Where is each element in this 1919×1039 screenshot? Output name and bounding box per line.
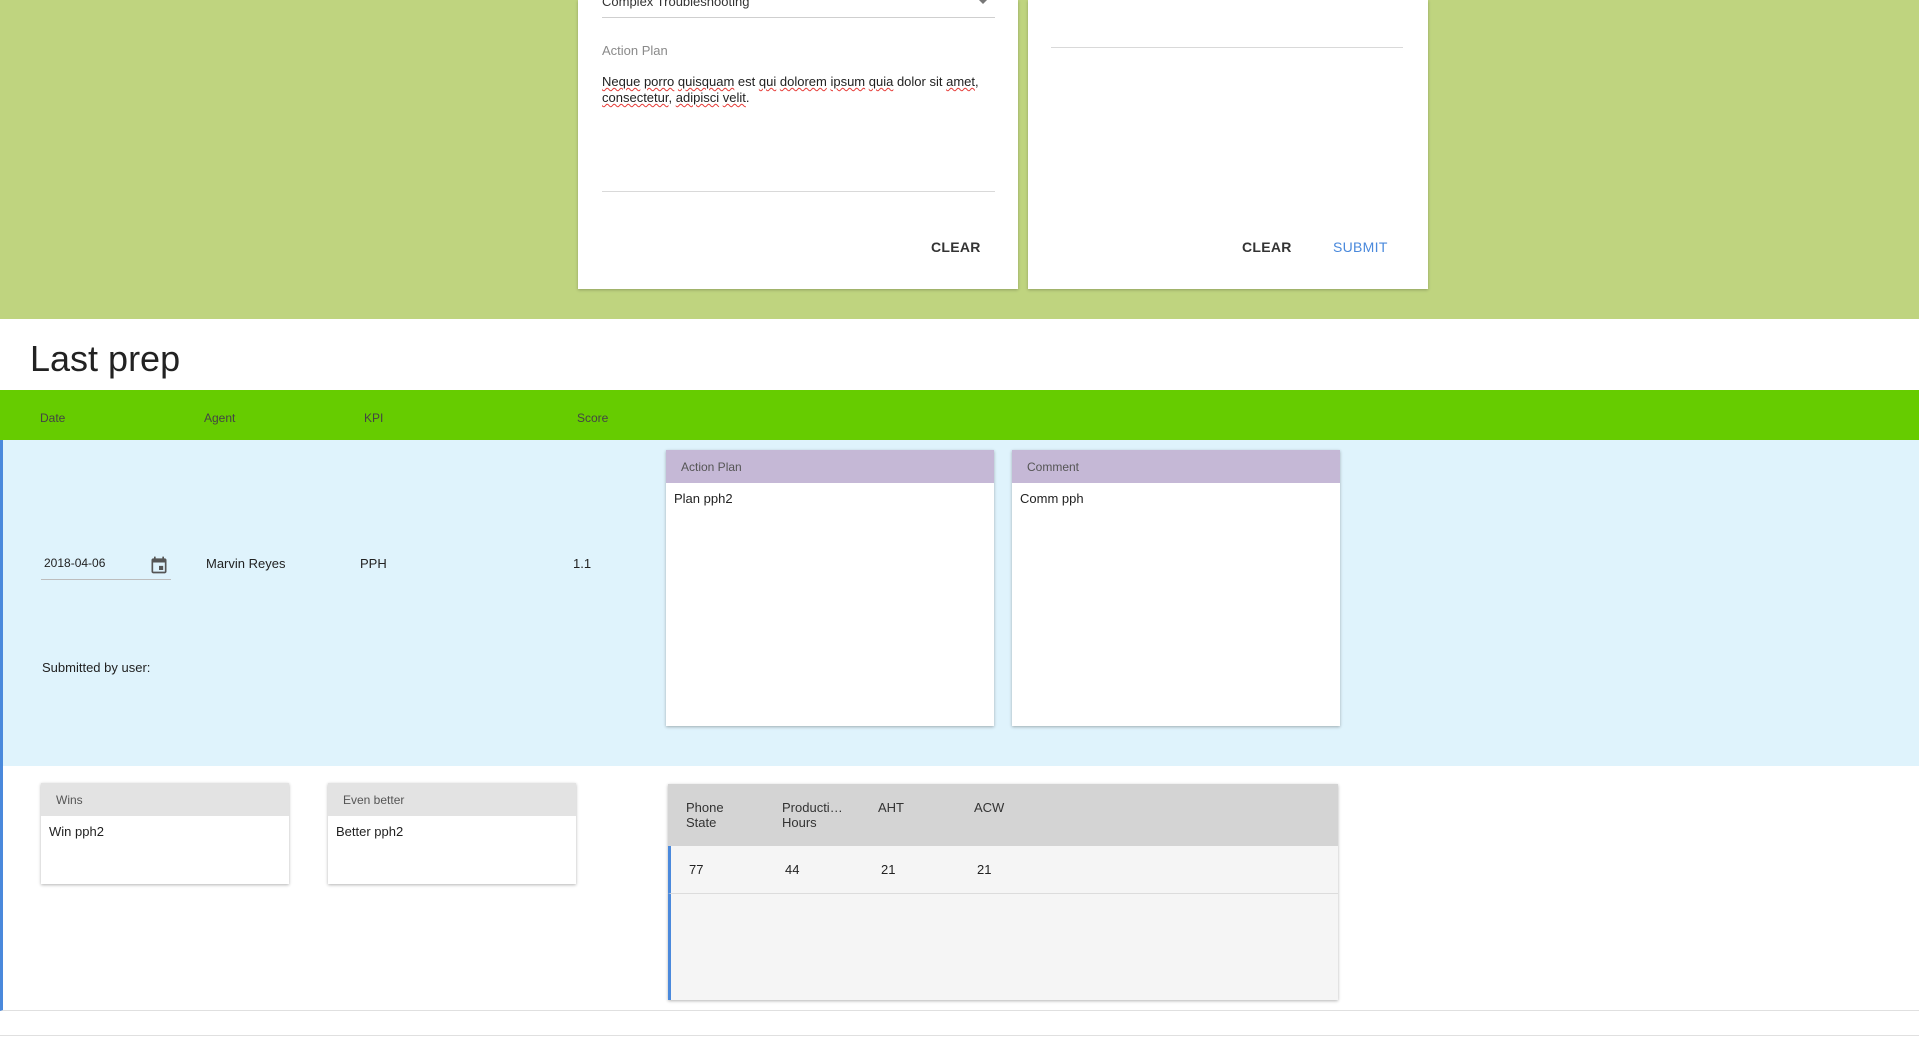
- wins-panel-title: Wins: [41, 783, 289, 816]
- metrics-cell-phone-state: 77: [689, 862, 704, 877]
- table-row-details: Wins Win pph2 Even better Better pph2 Ph…: [0, 766, 1919, 1011]
- agent-cell: Marvin Reyes: [206, 556, 286, 571]
- metrics-header-aht[interactable]: AHT: [878, 800, 940, 815]
- even-better-panel-title: Even better: [328, 783, 576, 816]
- even-better-panel: Even better Better pph2: [328, 783, 576, 884]
- calendar-icon[interactable]: [149, 555, 169, 575]
- metrics-cell-acw: 21: [977, 862, 992, 877]
- comment-panel-text[interactable]: Comm pph: [1012, 483, 1340, 514]
- metrics-table: Phone State Production Hours AHT ACW 77 …: [668, 784, 1338, 1000]
- metrics-header-phone-state[interactable]: Phone State: [686, 800, 748, 830]
- wins-panel-text[interactable]: Win pph2: [41, 816, 289, 847]
- metrics-header: Phone State Production Hours AHT ACW: [668, 784, 1338, 846]
- submit-form-card: CLEAR SUBMIT: [1028, 0, 1428, 289]
- metrics-row[interactable]: 77 44 21 21: [668, 846, 1338, 894]
- action-plan-panel: Action Plan Plan pph2: [666, 450, 994, 726]
- divider: [0, 1035, 1919, 1036]
- wins-panel: Wins Win pph2: [41, 783, 289, 884]
- metrics-empty-area: [668, 894, 1338, 1000]
- table-header: Date Agent KPI Score: [0, 390, 1919, 440]
- action-plan-panel-text[interactable]: Plan pph2: [666, 483, 994, 514]
- action-plan-label: Action Plan: [602, 43, 668, 58]
- comment-panel: Comment Comm pph: [1012, 450, 1340, 726]
- column-header-date[interactable]: Date: [40, 411, 65, 425]
- date-field[interactable]: 2018-04-06: [41, 553, 171, 580]
- submitted-by-label: Submitted by user:: [42, 660, 151, 675]
- metrics-cell-aht: 21: [881, 862, 896, 877]
- coaching-form-card: Complex Troubleshooting Action Plan Nequ…: [578, 0, 1018, 289]
- column-header-score[interactable]: Score: [577, 411, 608, 425]
- table-row-expanded[interactable]: 2018-04-06 Marvin Reyes PPH 1.1 Submitte…: [0, 440, 1919, 766]
- column-header-kpi[interactable]: KPI: [364, 411, 383, 425]
- even-better-panel-text[interactable]: Better pph2: [328, 816, 576, 847]
- metrics-header-acw[interactable]: ACW: [974, 800, 1036, 815]
- dropdown-arrow-icon[interactable]: [977, 0, 989, 4]
- page-title: Last prep: [30, 338, 181, 379]
- submit-button[interactable]: SUBMIT: [1333, 239, 1388, 255]
- action-plan-panel-title: Action Plan: [666, 450, 994, 483]
- metrics-header-production-hours[interactable]: Production Hours: [782, 800, 844, 830]
- column-header-agent[interactable]: Agent: [204, 411, 235, 425]
- action-plan-textarea[interactable]: Neque porro quisquam est qui dolorem ips…: [602, 74, 995, 106]
- metrics-cell-production-hours: 44: [785, 862, 800, 877]
- clear-button-right[interactable]: CLEAR: [1242, 239, 1292, 255]
- score-cell: 1.1: [573, 556, 592, 571]
- action-plan-underline: [602, 191, 995, 192]
- kpi-cell: PPH: [360, 556, 387, 571]
- clear-button[interactable]: CLEAR: [931, 239, 981, 255]
- date-value: 2018-04-06: [44, 556, 106, 570]
- top-band: Complex Troubleshooting Action Plan Nequ…: [0, 0, 1919, 319]
- category-select-value: Complex Troubleshooting: [602, 0, 750, 9]
- comment-panel-title: Comment: [1012, 450, 1340, 483]
- category-select[interactable]: Complex Troubleshooting: [602, 0, 995, 18]
- text-field-underline[interactable]: [1051, 47, 1403, 48]
